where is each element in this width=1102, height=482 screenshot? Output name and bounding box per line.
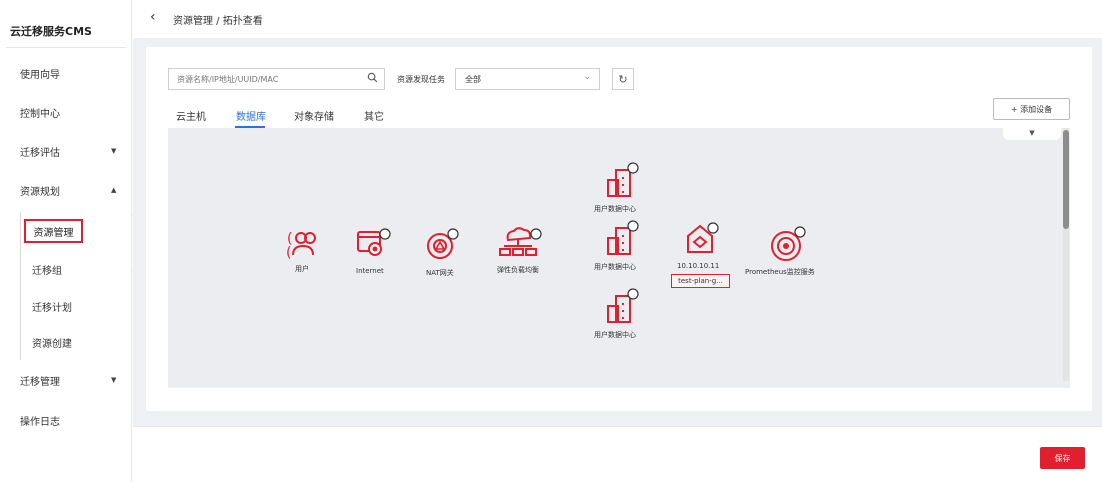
caret-down-icon[interactable]: ▼ — [111, 147, 116, 155]
datacenter-icon[interactable] — [606, 220, 642, 258]
sidebar-item-migration-assessment[interactable]: 迁移评估 — [20, 144, 60, 159]
node-label-datacenter: 用户数据中心 — [594, 263, 636, 271]
nat-gateway-icon[interactable] — [424, 228, 460, 262]
node-label-users: 用户 — [295, 265, 309, 273]
add-device-button[interactable]: + 添加设备 — [993, 98, 1070, 120]
node-label-datacenter: 用户数据中心 — [594, 205, 636, 213]
monitor-icon[interactable] — [768, 226, 808, 262]
node-label-server-ip: 10.10.10.11 — [677, 262, 720, 270]
task-select[interactable]: 全部 ⌄ — [455, 68, 600, 90]
node-label-load-balancer: 弹性负载均衡 — [497, 266, 539, 274]
node-label-prometheus: Prometheus监控服务 — [745, 268, 815, 276]
sidebar-subitem-migration-group[interactable]: 迁移组 — [32, 262, 62, 277]
refresh-icon: ↻ — [618, 72, 628, 86]
migration-group-tag[interactable]: test-plan-g... — [671, 274, 730, 288]
tab-object-storage[interactable]: 对象存储 — [294, 108, 334, 123]
sidebar-subitem-migration-plan[interactable]: 迁移计划 — [32, 299, 72, 314]
sidebar-subitem-resource-creation[interactable]: 资源创建 — [32, 335, 72, 350]
task-filter-label: 资源发现任务 — [397, 75, 445, 84]
search-field[interactable] — [168, 68, 385, 90]
sidebar-item-guide[interactable]: 使用向导 — [20, 66, 60, 81]
node-label-datacenter: 用户数据中心 — [594, 331, 636, 339]
tab-other[interactable]: 其它 — [364, 108, 384, 123]
brand-title: 云迁移服务CMS — [10, 25, 92, 38]
datacenter-icon[interactable] — [606, 288, 642, 326]
sidebar-item-resource-planning[interactable]: 资源规划 — [20, 183, 60, 198]
submenu-guide-line — [20, 212, 21, 360]
header: ‹ 资源管理 / 拓扑查看 — [133, 0, 1102, 38]
caret-up-icon[interactable]: ▲ — [111, 186, 116, 194]
footer-divider — [133, 426, 1102, 427]
internet-icon[interactable] — [356, 228, 392, 260]
task-select-value: 全部 — [465, 75, 481, 84]
caret-down-icon[interactable]: ▼ — [111, 376, 116, 384]
tab-cloud-host[interactable]: 云主机 — [176, 108, 206, 123]
sidebar-subitem-label: 资源管理 — [33, 227, 74, 239]
sidebar-item-migration-management[interactable]: 迁移管理 — [20, 373, 60, 388]
search-icon[interactable] — [367, 72, 378, 83]
tab-database[interactable]: 数据库 — [236, 108, 266, 123]
scrollbar-thumb[interactable] — [1063, 130, 1069, 229]
svg-text:(: ( — [287, 245, 291, 259]
scrollbar[interactable] — [1063, 128, 1069, 381]
chevron-down-icon: ⌄ — [583, 72, 591, 82]
sidebar: 云迁移服务CMS 使用向导 控制中心 迁移评估 ▼ 资源规划 ▲ 资源管理 迁移… — [0, 0, 132, 482]
users-icon[interactable]: ( ( — [287, 229, 323, 259]
refresh-button[interactable]: ↻ — [612, 68, 634, 90]
sidebar-subitem-resource-management[interactable]: 资源管理 — [24, 219, 83, 243]
search-input[interactable] — [169, 69, 349, 89]
load-balancer-icon[interactable] — [498, 226, 544, 262]
breadcrumb: 资源管理 / 拓扑查看 — [173, 16, 263, 27]
datacenter-icon[interactable] — [606, 162, 642, 200]
node-label-internet: Internet — [356, 267, 384, 275]
server-icon[interactable] — [684, 222, 720, 256]
sidebar-item-control-center[interactable]: 控制中心 — [20, 105, 60, 120]
divider — [6, 47, 126, 48]
chevron-left-icon[interactable]: ‹ — [150, 9, 156, 25]
canvas-dropdown-toggle[interactable]: ▼ — [1003, 126, 1061, 140]
save-button[interactable]: 保存 — [1040, 447, 1085, 469]
sidebar-item-operation-log[interactable]: 操作日志 — [20, 413, 60, 428]
node-label-nat-gateway: NAT网关 — [426, 269, 454, 277]
